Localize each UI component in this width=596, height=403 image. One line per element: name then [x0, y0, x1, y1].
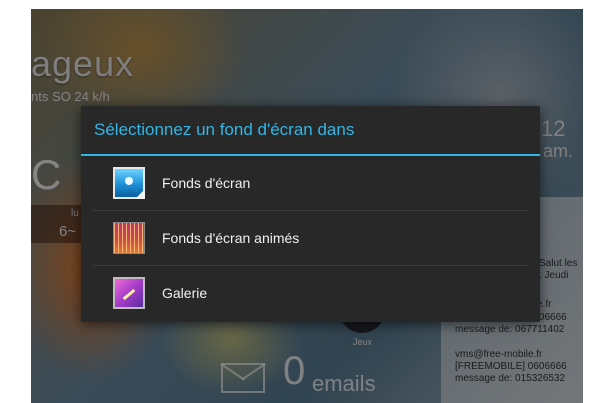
gallery-icon: [113, 277, 145, 309]
option-gallery[interactable]: Galerie: [93, 265, 528, 320]
wallpaper-chooser-dialog: Sélectionnez un fond d'écran dans Fonds …: [81, 106, 540, 322]
wallpaper-icon: [113, 167, 145, 199]
live-wallpaper-icon: [113, 222, 145, 254]
option-live-wallpapers[interactable]: Fonds d'écran animés: [93, 210, 528, 265]
option-label: Fonds d'écran: [162, 175, 251, 191]
option-label: Fonds d'écran animés: [162, 230, 300, 246]
option-wallpapers[interactable]: Fonds d'écran: [93, 156, 528, 210]
home-screen: ageux nts SO 24 k/h C lu 6~ 12 am. t Sal…: [31, 9, 583, 403]
option-label: Galerie: [162, 285, 208, 301]
dialog-title: Sélectionnez un fond d'écran dans: [81, 106, 540, 156]
